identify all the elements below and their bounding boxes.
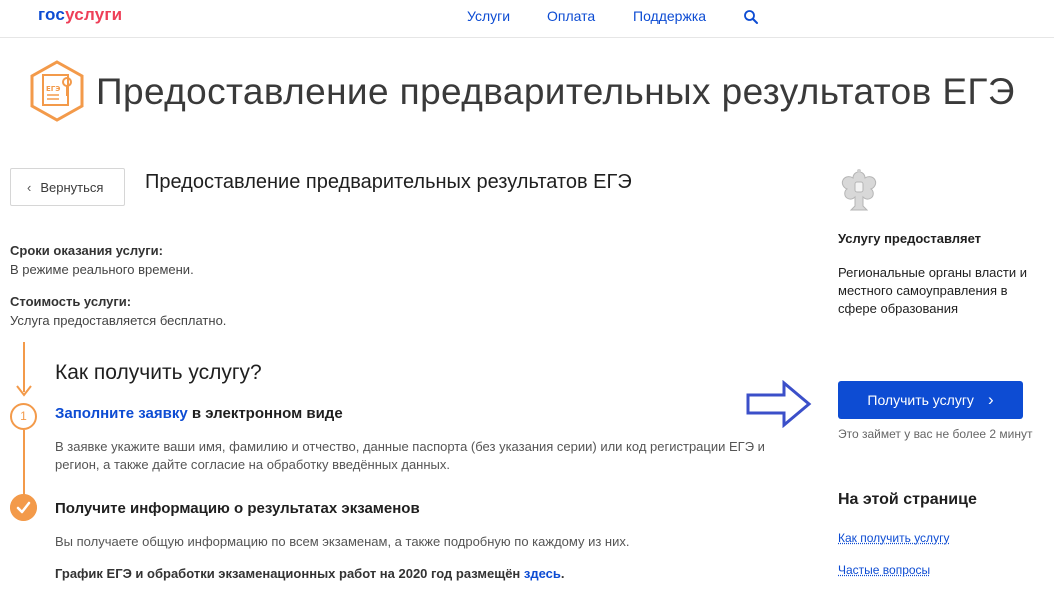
ege-certificate-icon: ЕГЭ xyxy=(30,60,84,122)
how-to-get-heading: Как получить услугу? xyxy=(55,361,262,384)
cost-label: Стоимость услуги: xyxy=(10,294,132,309)
coat-of-arms-icon xyxy=(841,169,877,211)
anchor-link-faq[interactable]: Частые вопросы xyxy=(838,563,930,577)
chevron-right-icon: › xyxy=(987,390,994,409)
step1-heading-rest: в электронном виде xyxy=(187,405,343,422)
nav-services[interactable]: Услуги xyxy=(467,8,510,24)
terms-label: Сроки оказания услуги: xyxy=(10,243,163,258)
ege-emblem-text: ЕГЭ xyxy=(46,85,60,93)
chevron-left-icon: ‹ xyxy=(27,179,32,195)
back-button[interactable]: ‹ Вернуться xyxy=(10,168,125,206)
time-estimate-note: Это займет у вас не более 2 минут xyxy=(838,427,1033,441)
step-number-badge: 1 xyxy=(10,403,37,430)
step2-heading: Получите информацию о результатах экзаме… xyxy=(55,500,420,517)
get-service-button-label: Получить услугу xyxy=(867,392,974,408)
nav-payment[interactable]: Оплата xyxy=(547,8,595,24)
on-this-page-heading: На этой странице xyxy=(838,491,977,508)
get-service-button[interactable]: Получить услугу › xyxy=(838,381,1023,419)
schedule-link[interactable]: здесь xyxy=(524,566,561,581)
anchor-link-how-to-get[interactable]: Как получить услугу xyxy=(838,531,949,545)
check-icon xyxy=(10,494,37,521)
top-header: госуслуги Услуги Оплата Поддержка xyxy=(0,0,1054,38)
timeline-line xyxy=(23,430,25,496)
step1-description: В заявке укажите ваши имя, фамилию и отч… xyxy=(55,439,765,472)
page-title: Предоставление предварительных результат… xyxy=(96,71,1015,112)
provider-text: Региональные органы власти и местного са… xyxy=(838,265,1027,316)
terms-value: В режиме реального времени. xyxy=(10,262,194,277)
logo-part-gos: гос xyxy=(38,5,66,24)
schedule-note: График ЕГЭ и обработки экзаменационных р… xyxy=(55,566,565,581)
schedule-text: График ЕГЭ и обработки экзаменационных р… xyxy=(55,566,524,581)
annotation-arrow-right-icon xyxy=(746,380,812,428)
search-icon[interactable] xyxy=(743,9,759,25)
step1-heading: Заполните заявку в электронном виде xyxy=(55,405,343,422)
cost-value: Услуга предоставляется бесплатно. xyxy=(10,313,227,328)
nav-support[interactable]: Поддержка xyxy=(633,8,706,24)
gosuslugi-logo[interactable]: госуслуги xyxy=(38,5,122,25)
schedule-end: . xyxy=(560,566,565,581)
timeline-arrow-down-icon xyxy=(16,385,32,397)
provider-heading: Услугу предоставляет xyxy=(838,231,982,246)
step2-description: Вы получаете общую информацию по всем эк… xyxy=(55,534,630,549)
fill-application-link[interactable]: Заполните заявку xyxy=(55,405,188,422)
service-subtitle: Предоставление предварительных результат… xyxy=(145,171,632,193)
logo-part-uslugi: услуги xyxy=(65,5,123,24)
back-button-label: Вернуться xyxy=(40,179,104,195)
